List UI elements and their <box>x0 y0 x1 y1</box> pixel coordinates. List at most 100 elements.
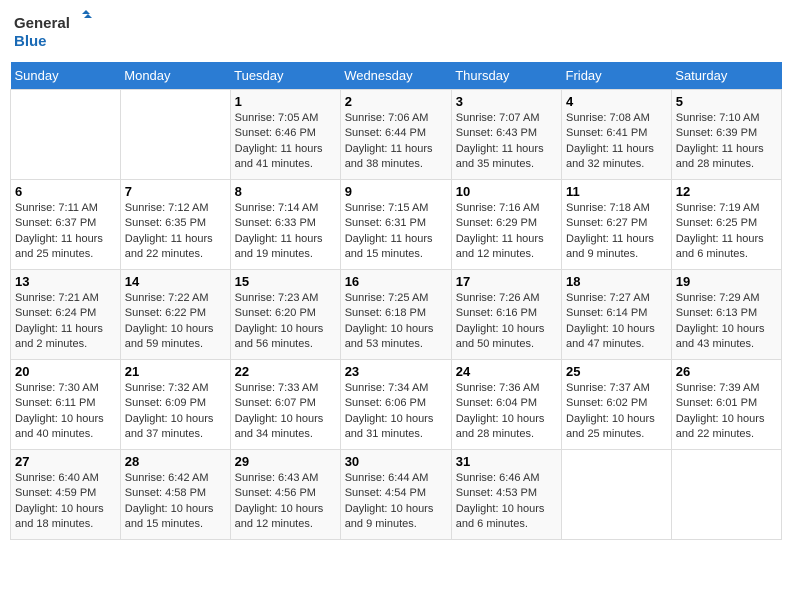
calendar-cell: 6 Sunrise: 7:11 AM Sunset: 6:37 PM Daylig… <box>11 180 121 270</box>
day-number: 18 <box>566 274 667 289</box>
calendar-cell: 27 Sunrise: 6:40 AM Sunset: 4:59 PM Dayli… <box>11 450 121 540</box>
day-number: 12 <box>676 184 777 199</box>
calendar-cell: 31 Sunrise: 6:46 AM Sunset: 4:53 PM Dayli… <box>451 450 561 540</box>
day-number: 2 <box>345 94 447 109</box>
day-number: 13 <box>15 274 116 289</box>
calendar-cell: 20 Sunrise: 7:30 AM Sunset: 6:11 PM Dayli… <box>11 360 121 450</box>
day-info: Sunrise: 7:37 AM Sunset: 6:02 PM Dayligh… <box>566 381 667 443</box>
day-number: 22 <box>235 364 336 379</box>
day-info: Sunrise: 7:26 AM Sunset: 6:16 PM Dayligh… <box>456 291 557 353</box>
calendar-cell: 8 Sunrise: 7:14 AM Sunset: 6:33 PM Daylig… <box>230 180 340 270</box>
calendar-cell: 3 Sunrise: 7:07 AM Sunset: 6:43 PM Daylig… <box>451 90 561 180</box>
calendar-cell <box>671 450 781 540</box>
day-number: 29 <box>235 454 336 469</box>
day-number: 4 <box>566 94 667 109</box>
day-info: Sunrise: 7:10 AM Sunset: 6:39 PM Dayligh… <box>676 111 777 173</box>
day-info: Sunrise: 7:29 AM Sunset: 6:13 PM Dayligh… <box>676 291 777 353</box>
day-info: Sunrise: 6:42 AM Sunset: 4:58 PM Dayligh… <box>125 471 226 533</box>
calendar-cell: 23 Sunrise: 7:34 AM Sunset: 6:06 PM Dayli… <box>340 360 451 450</box>
day-number: 30 <box>345 454 447 469</box>
calendar-cell: 15Sunrise: 7:23 AM Sunset: 6:20 PM Dayli… <box>230 270 340 360</box>
weekday-header-cell: Saturday <box>671 62 781 90</box>
calendar-cell: 29Sunrise: 6:43 AM Sunset: 4:56 PM Dayli… <box>230 450 340 540</box>
calendar-cell: 17Sunrise: 7:26 AM Sunset: 6:16 PM Dayli… <box>451 270 561 360</box>
calendar-cell: 7 Sunrise: 7:12 AM Sunset: 6:35 PM Daylig… <box>120 180 230 270</box>
calendar-cell: 21 Sunrise: 7:32 AM Sunset: 6:09 PM Dayli… <box>120 360 230 450</box>
day-number: 19 <box>676 274 777 289</box>
calendar-cell: 11Sunrise: 7:18 AM Sunset: 6:27 PM Dayli… <box>562 180 672 270</box>
calendar-cell: 25 Sunrise: 7:37 AM Sunset: 6:02 PM Dayli… <box>562 360 672 450</box>
calendar-cell: 10 Sunrise: 7:16 AM Sunset: 6:29 PM Dayli… <box>451 180 561 270</box>
day-number: 31 <box>456 454 557 469</box>
calendar-cell: 13 Sunrise: 7:21 AM Sunset: 6:24 PM Dayli… <box>11 270 121 360</box>
calendar-cell: 2Sunrise: 7:06 AM Sunset: 6:44 PM Daylig… <box>340 90 451 180</box>
day-number: 28 <box>125 454 226 469</box>
weekday-header-row: SundayMondayTuesdayWednesdayThursdayFrid… <box>11 62 782 90</box>
calendar-week-row: 6 Sunrise: 7:11 AM Sunset: 6:37 PM Daylig… <box>11 180 782 270</box>
day-info: Sunrise: 7:14 AM Sunset: 6:33 PM Dayligh… <box>235 201 336 263</box>
svg-text:General: General <box>14 15 70 32</box>
calendar-cell: 26 Sunrise: 7:39 AM Sunset: 6:01 PM Dayli… <box>671 360 781 450</box>
day-info: Sunrise: 6:46 AM Sunset: 4:53 PM Dayligh… <box>456 471 557 533</box>
calendar-week-row: 13 Sunrise: 7:21 AM Sunset: 6:24 PM Dayli… <box>11 270 782 360</box>
day-info: Sunrise: 7:27 AM Sunset: 6:14 PM Dayligh… <box>566 291 667 353</box>
day-number: 21 <box>125 364 226 379</box>
calendar-cell <box>120 90 230 180</box>
calendar-cell: 28 Sunrise: 6:42 AM Sunset: 4:58 PM Dayli… <box>120 450 230 540</box>
day-number: 27 <box>15 454 116 469</box>
calendar-week-row: 27 Sunrise: 6:40 AM Sunset: 4:59 PM Dayli… <box>11 450 782 540</box>
day-number: 26 <box>676 364 777 379</box>
day-info: Sunrise: 7:34 AM Sunset: 6:06 PM Dayligh… <box>345 381 447 443</box>
logo-svg: General Blue <box>14 10 94 54</box>
day-info: Sunrise: 6:44 AM Sunset: 4:54 PM Dayligh… <box>345 471 447 533</box>
calendar-week-row: 1 Sunrise: 7:05 AM Sunset: 6:46 PM Daylig… <box>11 90 782 180</box>
weekday-header-cell: Thursday <box>451 62 561 90</box>
day-number: 23 <box>345 364 447 379</box>
calendar-cell: 4 Sunrise: 7:08 AM Sunset: 6:41 PM Daylig… <box>562 90 672 180</box>
calendar-cell: 22 Sunrise: 7:33 AM Sunset: 6:07 PM Dayli… <box>230 360 340 450</box>
calendar-cell: 30 Sunrise: 6:44 AM Sunset: 4:54 PM Dayli… <box>340 450 451 540</box>
day-number: 8 <box>235 184 336 199</box>
day-info: Sunrise: 7:16 AM Sunset: 6:29 PM Dayligh… <box>456 201 557 263</box>
day-number: 7 <box>125 184 226 199</box>
day-info: Sunrise: 7:32 AM Sunset: 6:09 PM Dayligh… <box>125 381 226 443</box>
day-number: 25 <box>566 364 667 379</box>
day-number: 1 <box>235 94 336 109</box>
weekday-header-cell: Monday <box>120 62 230 90</box>
day-info: Sunrise: 7:05 AM Sunset: 6:46 PM Dayligh… <box>235 111 336 173</box>
day-info: Sunrise: 7:11 AM Sunset: 6:37 PM Dayligh… <box>15 201 116 263</box>
page-header: General Blue <box>10 10 782 54</box>
calendar-table: SundayMondayTuesdayWednesdayThursdayFrid… <box>10 62 782 540</box>
day-info: Sunrise: 6:40 AM Sunset: 4:59 PM Dayligh… <box>15 471 116 533</box>
day-number: 10 <box>456 184 557 199</box>
day-number: 15 <box>235 274 336 289</box>
day-info: Sunrise: 7:30 AM Sunset: 6:11 PM Dayligh… <box>15 381 116 443</box>
calendar-cell <box>11 90 121 180</box>
day-info: Sunrise: 7:12 AM Sunset: 6:35 PM Dayligh… <box>125 201 226 263</box>
day-info: Sunrise: 7:07 AM Sunset: 6:43 PM Dayligh… <box>456 111 557 173</box>
day-info: Sunrise: 7:25 AM Sunset: 6:18 PM Dayligh… <box>345 291 447 353</box>
calendar-cell: 9Sunrise: 7:15 AM Sunset: 6:31 PM Daylig… <box>340 180 451 270</box>
day-info: Sunrise: 7:21 AM Sunset: 6:24 PM Dayligh… <box>15 291 116 353</box>
logo: General Blue <box>14 10 94 54</box>
day-number: 6 <box>15 184 116 199</box>
calendar-cell: 1 Sunrise: 7:05 AM Sunset: 6:46 PM Daylig… <box>230 90 340 180</box>
day-info: Sunrise: 7:19 AM Sunset: 6:25 PM Dayligh… <box>676 201 777 263</box>
day-info: Sunrise: 7:33 AM Sunset: 6:07 PM Dayligh… <box>235 381 336 443</box>
day-number: 14 <box>125 274 226 289</box>
calendar-body: 1 Sunrise: 7:05 AM Sunset: 6:46 PM Daylig… <box>11 90 782 540</box>
day-info: Sunrise: 7:39 AM Sunset: 6:01 PM Dayligh… <box>676 381 777 443</box>
calendar-cell: 18 Sunrise: 7:27 AM Sunset: 6:14 PM Dayli… <box>562 270 672 360</box>
day-number: 16 <box>345 274 447 289</box>
weekday-header-cell: Tuesday <box>230 62 340 90</box>
day-number: 20 <box>15 364 116 379</box>
day-number: 24 <box>456 364 557 379</box>
svg-text:Blue: Blue <box>14 33 47 50</box>
day-number: 3 <box>456 94 557 109</box>
weekday-header-cell: Friday <box>562 62 672 90</box>
calendar-cell: 16 Sunrise: 7:25 AM Sunset: 6:18 PM Dayli… <box>340 270 451 360</box>
calendar-cell: 14Sunrise: 7:22 AM Sunset: 6:22 PM Dayli… <box>120 270 230 360</box>
calendar-cell: 24Sunrise: 7:36 AM Sunset: 6:04 PM Dayli… <box>451 360 561 450</box>
day-info: Sunrise: 7:08 AM Sunset: 6:41 PM Dayligh… <box>566 111 667 173</box>
calendar-cell <box>562 450 672 540</box>
